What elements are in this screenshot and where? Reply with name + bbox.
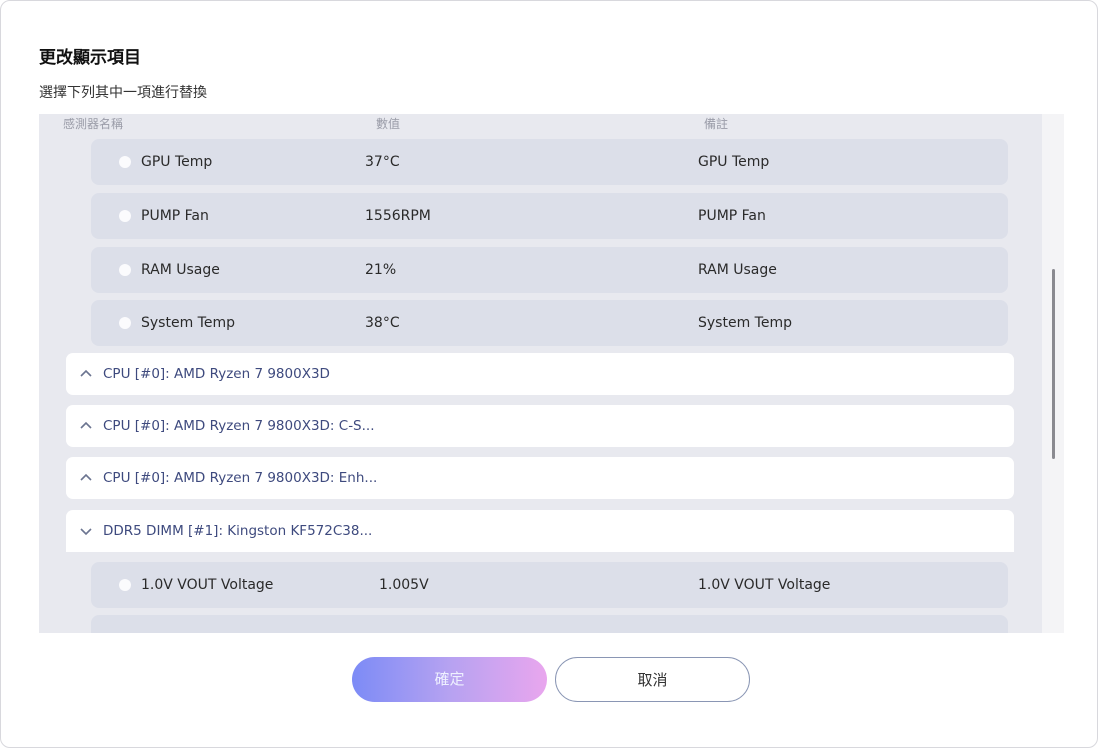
sensor-name: System Temp [141,315,235,331]
group-header-cpu-enhanced[interactable]: CPU [#0]: AMD Ryzen 7 9800X3D: Enh... [66,457,1014,499]
chevron-down-icon [80,528,92,536]
group-header-cpu-cstate[interactable]: CPU [#0]: AMD Ryzen 7 9800X3D: C-S... [66,405,1014,447]
chevron-up-icon [80,421,92,429]
radio-button[interactable] [119,210,131,222]
scrollbar[interactable] [1042,114,1064,633]
confirm-button[interactable]: 確定 [352,657,547,702]
sensor-list[interactable]: 感測器名稱 數值 備註 GPU Temp 37°C GPU Temp PUMP … [39,114,1064,633]
sensor-name: GPU Temp [141,154,213,170]
column-header-value: 數值 [376,117,401,131]
sensor-name: 1.0V VOUT Voltage [141,577,274,593]
radio-button[interactable] [119,264,131,276]
group-header-cpu[interactable]: CPU [#0]: AMD Ryzen 7 9800X3D [66,353,1014,395]
sensor-row[interactable]: RAM Usage 21% RAM Usage [91,247,1008,293]
chevron-up-icon [80,473,92,481]
sensor-note: RAM Usage [698,262,777,278]
dialog-title: 更改顯示項目 [39,48,141,68]
sensor-row[interactable]: PUMP Fan 1556RPM PUMP Fan [91,193,1008,239]
group-header-ddr5-dimm[interactable]: DDR5 DIMM [#1]: Kingston KF572C38... [66,510,1014,552]
radio-button[interactable] [119,156,131,168]
sensor-name: RAM Usage [141,262,220,278]
sensor-name: PUMP Fan [141,208,209,224]
sensor-note: PUMP Fan [698,208,766,224]
sensor-value: 38°C [365,315,400,331]
radio-button[interactable] [119,317,131,329]
sensor-row-partial[interactable] [91,615,1008,633]
change-display-item-dialog: 更改顯示項目 選擇下列其中一項進行替換 感測器名稱 數值 備註 GPU Temp… [0,0,1098,748]
sensor-value: 1.005V [379,577,429,593]
sensor-value: 21% [365,262,397,278]
column-header-sensor-name: 感測器名稱 [63,117,124,131]
dialog-subtitle: 選擇下列其中一項進行替換 [39,85,207,101]
group-label: CPU [#0]: AMD Ryzen 7 9800X3D: Enh... [103,470,378,486]
sensor-note: System Temp [698,315,792,331]
group-label: CPU [#0]: AMD Ryzen 7 9800X3D: C-S... [103,418,375,434]
scrollbar-thumb[interactable] [1052,269,1055,459]
group-label: CPU [#0]: AMD Ryzen 7 9800X3D [103,366,330,382]
group-label: DDR5 DIMM [#1]: Kingston KF572C38... [103,523,373,539]
chevron-up-icon [80,369,92,377]
sensor-row[interactable]: System Temp 38°C System Temp [91,300,1008,346]
cancel-button[interactable]: 取消 [555,657,750,702]
sensor-row[interactable]: 1.0V VOUT Voltage 1.005V 1.0V VOUT Volta… [91,562,1008,608]
sensor-note: 1.0V VOUT Voltage [698,577,831,593]
column-header-note: 備註 [704,117,729,131]
sensor-value: 1556RPM [365,208,431,224]
sensor-note: GPU Temp [698,154,770,170]
radio-button[interactable] [119,579,131,591]
sensor-value: 37°C [365,154,400,170]
sensor-row[interactable]: GPU Temp 37°C GPU Temp [91,139,1008,185]
